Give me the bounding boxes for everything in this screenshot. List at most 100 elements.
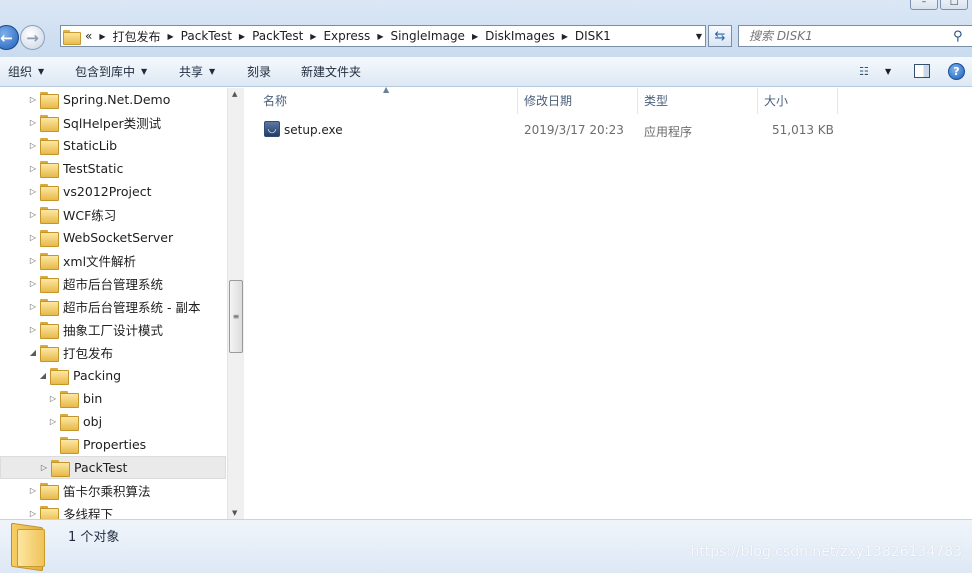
expand-icon[interactable]: ▷ [28, 95, 38, 104]
breadcrumb-separator-icon[interactable]: ▶ [562, 32, 568, 41]
breadcrumb-overflow[interactable]: « [85, 29, 92, 43]
expand-icon[interactable]: ▷ [48, 394, 58, 403]
expand-icon[interactable]: ▷ [28, 210, 38, 219]
expand-icon[interactable]: ▷ [48, 417, 58, 426]
folder-icon [40, 299, 59, 316]
search-input[interactable] [749, 29, 949, 43]
folder-icon [40, 230, 59, 247]
breadcrumb-separator-icon[interactable]: ▶ [377, 32, 383, 41]
expand-icon[interactable]: ▷ [28, 325, 38, 334]
details-pane: 1 个对象 https://blog.csdn.net/zxy138261347… [0, 519, 972, 573]
breadcrumb-item[interactable]: PackTest [252, 29, 303, 43]
tree-item[interactable]: ▷ WebSocketServer [28, 226, 173, 249]
collapse-icon[interactable]: ◢ [38, 371, 48, 380]
breadcrumb-separator-icon[interactable]: ▶ [310, 32, 316, 41]
breadcrumb-item[interactable]: 打包发布 [113, 28, 161, 45]
navigation-scrollbar[interactable]: ▲ ≡ ▼ [227, 88, 244, 519]
file-modified: 2019/3/17 20:23 [524, 123, 624, 137]
breadcrumb-separator-icon[interactable]: ▶ [239, 32, 245, 41]
file-row[interactable]: ◡ setup.exe 2019/3/17 20:23 应用程序 51,013 … [261, 119, 841, 141]
expand-icon[interactable]: ▷ [28, 118, 38, 127]
back-button[interactable]: ← [0, 25, 19, 50]
folder-icon [40, 92, 59, 109]
refresh-button[interactable]: ⇆ [708, 25, 732, 47]
tree-item[interactable]: ▷ 超市后台管理系统 [28, 272, 163, 295]
view-options-icon[interactable]: ☷ [859, 65, 869, 78]
new-folder-label: 新建文件夹 [301, 65, 362, 79]
refresh-icon: ⇆ [714, 28, 726, 44]
breadcrumb-item[interactable]: SingleImage [390, 29, 464, 43]
column-header-modified[interactable]: 修改日期 [518, 88, 638, 114]
tree-item[interactable]: ▷ SqlHelper类测试 [28, 111, 161, 134]
expand-icon[interactable]: ▷ [28, 302, 38, 311]
preview-pane-icon[interactable] [914, 64, 930, 78]
tree-item[interactable]: ◢ Packing [38, 364, 121, 387]
tree-item[interactable]: ▷ 超市后台管理系统 - 副本 [28, 295, 200, 318]
tree-item[interactable]: ▷ PackTest [0, 456, 226, 479]
scroll-down-icon[interactable]: ▼ [232, 509, 237, 517]
folder-icon [40, 276, 59, 293]
tree-item[interactable]: ▷ bin [48, 387, 102, 410]
tree-item[interactable]: ◢ 打包发布 [28, 341, 113, 364]
tree-item[interactable]: ▷ StaticLib [28, 134, 117, 157]
chevron-down-icon[interactable]: ▼ [885, 67, 891, 76]
file-size: 51,013 KB [772, 123, 834, 137]
breadcrumb-separator-icon[interactable]: ▶ [472, 32, 478, 41]
tree-item-label: 超市后台管理系统 - 副本 [63, 300, 201, 315]
tree-item[interactable]: ▷ 抽象工厂设计模式 [28, 318, 163, 341]
breadcrumb-separator-icon[interactable]: ▶ [99, 32, 105, 41]
tree-item[interactable]: ▷ TestStatic [28, 157, 123, 180]
expand-icon[interactable]: ▷ [28, 187, 38, 196]
collapse-icon[interactable]: ◢ [28, 348, 38, 357]
tree-item[interactable]: ▷ 多线程下 [28, 502, 113, 519]
folder-icon [40, 115, 59, 132]
maximize-button[interactable]: □ [940, 0, 968, 10]
file-type: 应用程序 [644, 125, 693, 139]
exe-icon: ◡ [264, 121, 280, 137]
tree-item[interactable]: ▷ obj [48, 410, 102, 433]
column-header-type[interactable]: 类型 [638, 88, 758, 114]
share-menu[interactable]: 共享 ▼ [171, 63, 239, 80]
folder-icon [40, 322, 59, 339]
new-folder-button[interactable]: 新建文件夹 [293, 63, 373, 80]
expand-icon[interactable]: ▷ [28, 256, 38, 265]
expand-icon[interactable]: ▷ [28, 279, 38, 288]
include-in-library-menu[interactable]: 包含到库中 ▼ [67, 63, 171, 80]
breadcrumb-separator-icon[interactable]: ▶ [168, 32, 174, 41]
help-icon[interactable]: ? [948, 63, 965, 80]
expand-icon[interactable]: ▷ [28, 233, 38, 242]
address-dropdown-icon[interactable]: ▼ [696, 32, 702, 41]
scroll-up-icon[interactable]: ▲ [232, 90, 237, 98]
tree-item[interactable]: ▷ WCF练习 [28, 203, 116, 226]
chevron-down-icon: ▼ [38, 67, 45, 76]
expand-icon[interactable]: ▷ [39, 463, 49, 472]
organize-menu[interactable]: 组织 ▼ [0, 63, 67, 80]
forward-button[interactable]: → [20, 25, 45, 50]
tree-item[interactable]: ▷ xml文件解析 [28, 249, 136, 272]
column-headers: 名称 ▲ 修改日期 类型 大小 [245, 85, 972, 114]
tree-item[interactable]: ▷ vs2012Project [28, 180, 152, 203]
tree-item[interactable]: Properties [48, 433, 146, 456]
expand-icon[interactable]: ▷ [28, 486, 38, 495]
breadcrumb-item[interactable]: Express [323, 29, 370, 43]
expand-icon[interactable]: ▷ [28, 141, 38, 150]
search-box[interactable]: ⚲ [738, 25, 972, 47]
column-header-size[interactable]: 大小 [758, 88, 838, 114]
search-icon[interactable]: ⚲ [953, 29, 963, 44]
folder-icon [50, 368, 69, 385]
address-bar[interactable]: « ▶ 打包发布 ▶ PackTest ▶ PackTest ▶ Express… [60, 25, 706, 47]
file-name: setup.exe [284, 123, 343, 137]
item-count: 1 个对象 [68, 530, 120, 545]
folder-icon [40, 207, 59, 224]
expand-icon[interactable]: ▷ [28, 509, 38, 518]
command-bar: 组织 ▼ 包含到库中 ▼ 共享 ▼ 刻录 新建文件夹 ☷ ▼ ? [0, 57, 972, 87]
breadcrumb-current[interactable]: DISK1 [575, 29, 611, 43]
minimize-button[interactable]: – [910, 0, 938, 10]
breadcrumb-item[interactable]: PackTest [181, 29, 232, 43]
burn-button[interactable]: 刻录 [239, 63, 293, 80]
tree-item[interactable]: ▷ 笛卡尔乘积算法 [28, 479, 151, 502]
expand-icon[interactable]: ▷ [28, 164, 38, 173]
scrollbar-thumb[interactable]: ≡ [229, 280, 243, 353]
tree-item[interactable]: ▷ Spring.Net.Demo [28, 88, 170, 111]
breadcrumb-item[interactable]: DiskImages [485, 29, 555, 43]
